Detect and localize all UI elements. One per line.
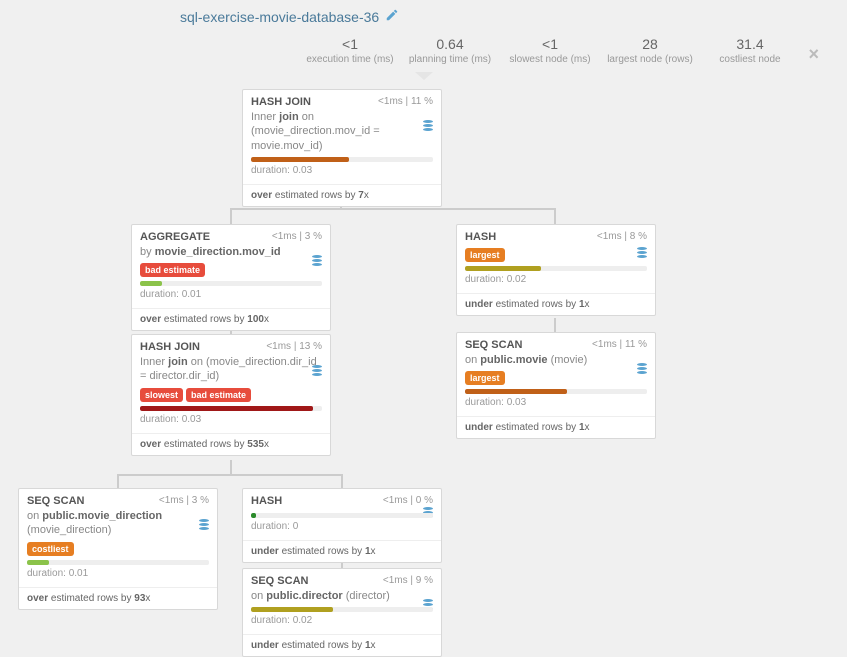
- node-desc: by movie_direction.mov_id: [140, 245, 322, 259]
- node-desc: Inner join on (movie_direction.mov_id = …: [251, 110, 433, 153]
- tag-bad-estimate: bad estimate: [140, 263, 205, 277]
- node-meta: <1ms | 3 %: [159, 495, 209, 507]
- node-desc: on public.director (director): [251, 589, 433, 603]
- node-meta: <1ms | 11 %: [378, 96, 433, 108]
- node-title: SEQ SCAN: [27, 495, 84, 507]
- node-footer: under estimated rows by 1x: [243, 634, 441, 656]
- connector: [341, 474, 343, 488]
- plan-node-aggregate[interactable]: AGGREGATE <1ms | 3 % by movie_direction.m…: [131, 224, 331, 331]
- node-desc: on public.movie (movie): [465, 353, 647, 367]
- disk-icon: [637, 247, 647, 259]
- disk-icon: [199, 519, 209, 531]
- plan-node-seqscan-movie[interactable]: SEQ SCAN <1ms | 11 % on public.movie (mov…: [456, 332, 656, 439]
- plan-node-hash-join-dir[interactable]: HASH JOIN <1ms | 13 % Inner join on (movi…: [131, 334, 331, 456]
- connector: [554, 318, 556, 332]
- duration-label: duration: 0.03: [251, 165, 433, 176]
- node-meta: <1ms | 13 %: [266, 341, 322, 353]
- node-footer: over estimated rows by 535x: [132, 433, 330, 455]
- connector: [230, 460, 232, 474]
- disk-icon: [312, 365, 322, 377]
- plan-node-hash-movie[interactable]: HASH <1ms | 8 % largest duration: 0.02 un…: [456, 224, 656, 316]
- disk-icon: [637, 363, 647, 375]
- stats-row: <1execution time (ms) 0.64planning time …: [300, 36, 800, 65]
- node-tags: largest: [465, 248, 647, 262]
- node-desc: Inner join on (movie_direction.dir_id = …: [140, 355, 322, 384]
- node-meta: <1ms | 9 %: [383, 575, 433, 587]
- duration-bar: [140, 281, 322, 286]
- plan-node-hash-join-root[interactable]: HASH JOIN <1ms | 11 % Inner join on (movi…: [242, 89, 442, 207]
- node-footer: over estimated rows by 100x: [132, 308, 330, 330]
- duration-bar: [27, 560, 209, 565]
- connector: [117, 474, 343, 476]
- stat-plan-time: 0.64planning time (ms): [400, 36, 500, 65]
- node-tags: largest: [465, 371, 647, 385]
- duration-label: duration: 0.01: [140, 289, 322, 300]
- duration-label: duration: 0: [251, 521, 433, 532]
- node-tags: slowestbad estimate: [140, 388, 322, 402]
- node-footer: under estimated rows by 1x: [243, 540, 441, 562]
- node-title: HASH: [251, 495, 282, 507]
- node-footer: over estimated rows by 7x: [243, 184, 441, 206]
- stat-largest: 28largest node (rows): [600, 36, 700, 65]
- duration-label: duration: 0.03: [140, 414, 322, 425]
- connector: [230, 208, 556, 210]
- close-icon[interactable]: ×: [808, 44, 819, 65]
- node-meta: <1ms | 0 %: [383, 495, 433, 507]
- connector: [117, 474, 119, 488]
- duration-label: duration: 0.03: [465, 397, 647, 408]
- plan-node-seqscan-director[interactable]: SEQ SCAN <1ms | 9 % on public.director (d…: [242, 568, 442, 657]
- edit-icon[interactable]: [385, 8, 399, 25]
- connector: [230, 208, 232, 224]
- plan-node-hash-director[interactable]: HASH <1ms | 0 % duration: 0 under estimat…: [242, 488, 442, 563]
- duration-label: duration: 0.01: [27, 568, 209, 579]
- tag-largest: largest: [465, 371, 505, 385]
- duration-bar: [465, 389, 647, 394]
- node-footer: under estimated rows by 1x: [457, 416, 655, 438]
- duration-bar: [465, 266, 647, 271]
- node-desc: on public.movie_direction (movie_directi…: [27, 509, 209, 538]
- disk-icon: [423, 120, 433, 132]
- tag-slowest: slowest: [140, 388, 183, 402]
- stats-arrow-icon: [0, 72, 847, 80]
- stat-slowest: <1slowest node (ms): [500, 36, 600, 65]
- tag-bad-estimate: bad estimate: [186, 388, 251, 402]
- connector: [554, 208, 556, 224]
- node-title: HASH JOIN: [251, 96, 311, 108]
- node-meta: <1ms | 11 %: [592, 339, 647, 351]
- page-title-row: sql-exercise-movie-database-36: [180, 8, 399, 25]
- node-footer: under estimated rows by 1x: [457, 293, 655, 315]
- node-title: HASH: [465, 231, 496, 243]
- page-title: sql-exercise-movie-database-36: [180, 9, 379, 25]
- duration-label: duration: 0.02: [251, 615, 433, 626]
- duration-bar: [140, 406, 322, 411]
- tag-largest: largest: [465, 248, 505, 262]
- stat-costliest: 31.4costliest node: [700, 36, 800, 65]
- duration-label: duration: 0.02: [465, 274, 647, 285]
- stat-exec-time: <1execution time (ms): [300, 36, 400, 65]
- tag-costliest: costliest: [27, 542, 74, 556]
- disk-icon: [312, 255, 322, 267]
- node-footer: over estimated rows by 93x: [19, 587, 217, 609]
- node-title: HASH JOIN: [140, 341, 200, 353]
- node-meta: <1ms | 8 %: [597, 231, 647, 243]
- node-meta: <1ms | 3 %: [272, 231, 322, 243]
- node-tags: bad estimate: [140, 263, 322, 277]
- duration-bar: [251, 513, 433, 518]
- node-title: SEQ SCAN: [465, 339, 522, 351]
- node-tags: costliest: [27, 542, 209, 556]
- duration-bar: [251, 157, 433, 162]
- node-title: SEQ SCAN: [251, 575, 308, 587]
- plan-node-seqscan-movie-direction[interactable]: SEQ SCAN <1ms | 3 % on public.movie_direc…: [18, 488, 218, 610]
- node-title: AGGREGATE: [140, 231, 210, 243]
- duration-bar: [251, 607, 433, 612]
